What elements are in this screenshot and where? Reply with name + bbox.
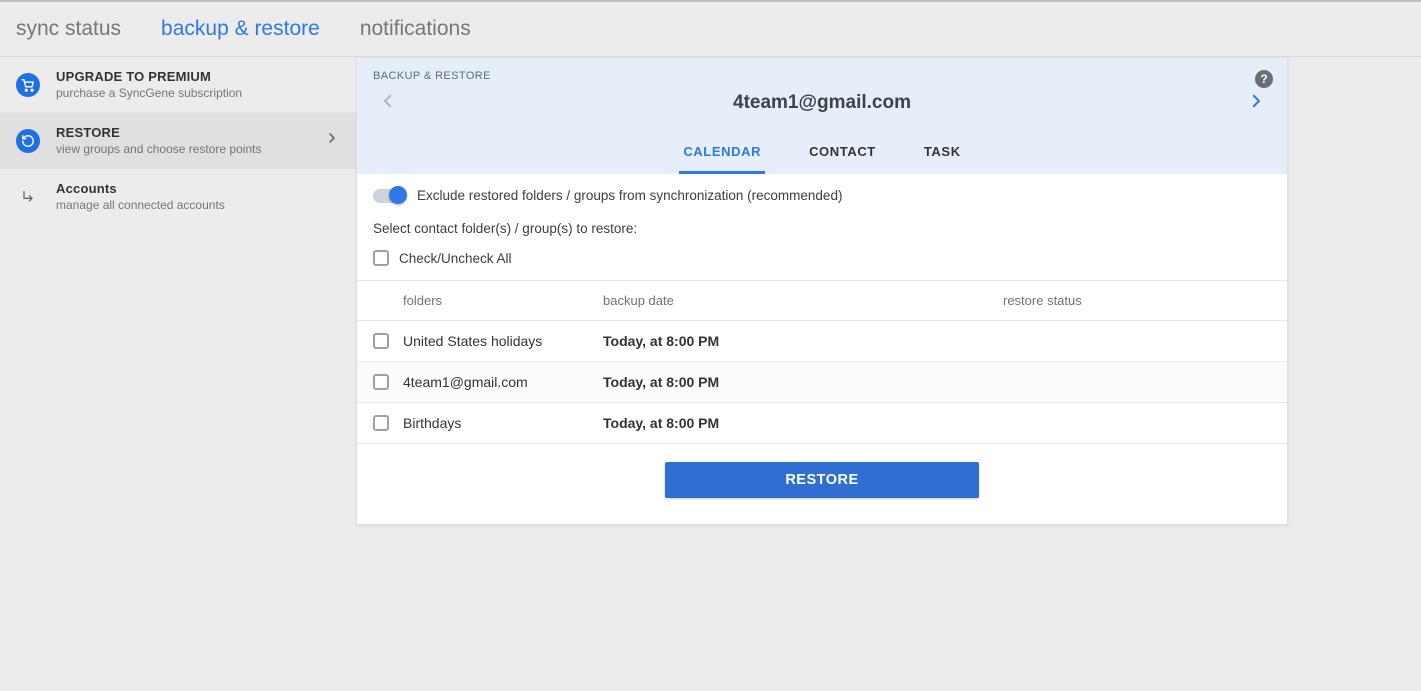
- subtab-calendar[interactable]: CALENDAR: [679, 134, 765, 174]
- col-header-folders: folders: [403, 293, 603, 308]
- cart-icon: [16, 73, 40, 97]
- col-header-restore-status: restore status: [1003, 293, 1271, 308]
- help-icon[interactable]: ?: [1255, 70, 1273, 88]
- row-checkbox[interactable]: [373, 415, 389, 431]
- account-email: 4team1@gmail.com: [403, 92, 1241, 114]
- table-row: Birthdays Today, at 8:00 PM: [357, 403, 1287, 444]
- breadcrumb: BACKUP & RESTORE: [373, 70, 1271, 82]
- select-instruction: Select contact folder(s) / group(s) to r…: [373, 221, 1271, 236]
- sidebar-premium-sub: purchase a SyncGene subscription: [56, 86, 340, 100]
- subtab-contact[interactable]: CONTACT: [805, 134, 880, 174]
- folders-table: folders backup date restore status Unite…: [357, 280, 1287, 444]
- sidebar-premium-title: UPGRADE TO PREMIUM: [56, 69, 340, 84]
- sidebar-accounts-title: Accounts: [56, 181, 340, 196]
- row-date: Today, at 8:00 PM: [603, 333, 1003, 349]
- check-all-checkbox[interactable]: [373, 250, 389, 266]
- top-nav: sync status backup & restore notificatio…: [0, 2, 1421, 57]
- prev-account-arrow: [373, 86, 403, 120]
- row-folder: 4team1@gmail.com: [403, 374, 603, 390]
- sidebar-item-premium[interactable]: UPGRADE TO PREMIUM purchase a SyncGene s…: [0, 57, 356, 113]
- row-date: Today, at 8:00 PM: [603, 415, 1003, 431]
- row-folder: United States holidays: [403, 333, 603, 349]
- tab-sync-status[interactable]: sync status: [16, 17, 121, 41]
- restore-button[interactable]: RESTORE: [665, 462, 978, 498]
- sidebar-item-restore[interactable]: RESTORE view groups and choose restore p…: [0, 113, 356, 169]
- row-date: Today, at 8:00 PM: [603, 374, 1003, 390]
- subdirectory-icon: [16, 185, 40, 209]
- table-row: 4team1@gmail.com Today, at 8:00 PM: [357, 362, 1287, 403]
- row-folder: Birthdays: [403, 415, 603, 431]
- check-all-label: Check/Uncheck All: [399, 251, 512, 266]
- restore-icon: [16, 129, 40, 153]
- tab-backup-restore[interactable]: backup & restore: [161, 17, 320, 41]
- row-checkbox[interactable]: [373, 374, 389, 390]
- subtab-task[interactable]: TASK: [920, 134, 965, 174]
- restore-card: BACKUP & RESTORE ? 4team1@gmail.com CALE…: [356, 57, 1288, 525]
- sidebar-restore-sub: view groups and choose restore points: [56, 142, 324, 156]
- sidebar-restore-title: RESTORE: [56, 125, 324, 140]
- sidebar-accounts-sub: manage all connected accounts: [56, 198, 340, 212]
- tab-notifications[interactable]: notifications: [360, 17, 471, 41]
- chevron-right-icon: [324, 130, 340, 151]
- table-row: United States holidays Today, at 8:00 PM: [357, 321, 1287, 362]
- next-account-arrow[interactable]: [1241, 86, 1271, 120]
- row-checkbox[interactable]: [373, 333, 389, 349]
- col-header-backup-date: backup date: [603, 293, 1003, 308]
- sidebar-item-accounts[interactable]: Accounts manage all connected accounts: [0, 169, 356, 224]
- exclude-sync-label: Exclude restored folders / groups from s…: [417, 188, 842, 203]
- sidebar: UPGRADE TO PREMIUM purchase a SyncGene s…: [0, 57, 356, 525]
- exclude-sync-toggle[interactable]: [373, 189, 405, 203]
